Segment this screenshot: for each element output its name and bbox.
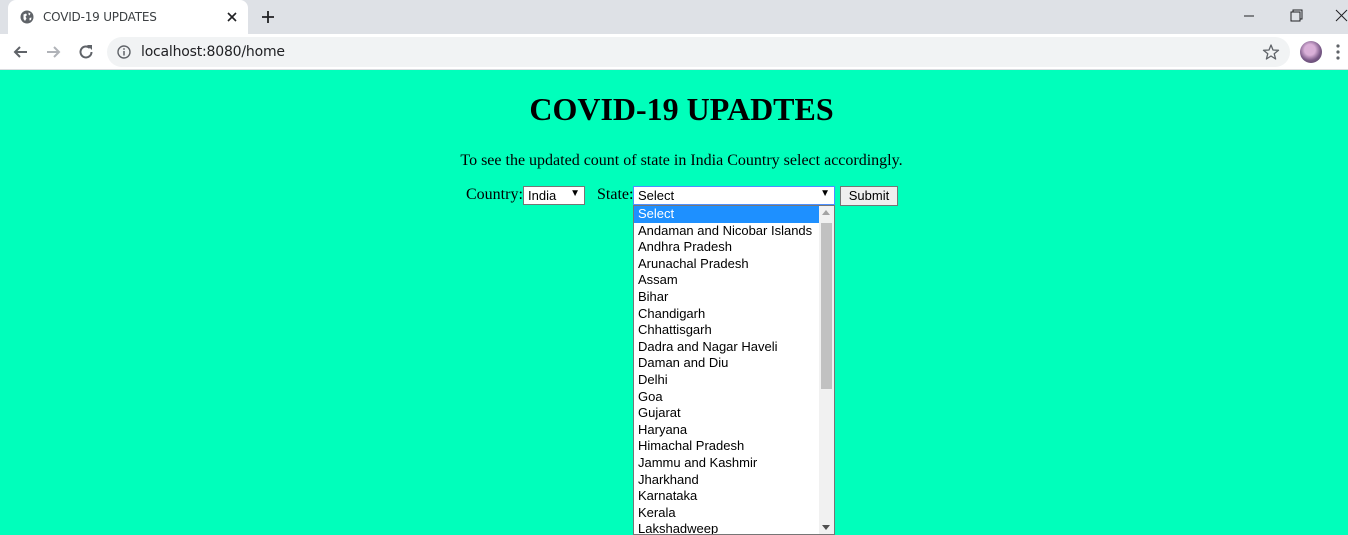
state-option[interactable]: Gujarat bbox=[634, 405, 819, 422]
state-option[interactable]: Delhi bbox=[634, 372, 819, 389]
state-option[interactable]: Select bbox=[634, 206, 819, 223]
tab-title: COVID-19 UPDATES bbox=[43, 10, 157, 24]
state-option[interactable]: Chandigarh bbox=[634, 306, 819, 323]
profile-avatar[interactable] bbox=[1300, 41, 1322, 63]
state-option[interactable]: Dadra and Nagar Haveli bbox=[634, 339, 819, 356]
state-option[interactable]: Daman and Diu bbox=[634, 355, 819, 372]
state-option[interactable]: Assam bbox=[634, 272, 819, 289]
state-dropdown-list[interactable]: Select Andaman and Nicobar Islands Andhra … bbox=[633, 205, 835, 535]
state-select-value: Select bbox=[638, 188, 675, 203]
state-option[interactable]: Goa bbox=[634, 389, 819, 406]
state-select[interactable]: Select ▼ bbox=[633, 186, 835, 205]
intro-text: To see the updated count of state in Ind… bbox=[460, 152, 903, 169]
restore-icon[interactable] bbox=[1285, 6, 1307, 26]
globe-icon bbox=[20, 10, 34, 24]
state-option[interactable]: Jharkhand bbox=[634, 472, 819, 489]
forward-arrow-icon[interactable] bbox=[43, 42, 63, 62]
page-content: COVID-19 UPADTES To see the updated coun… bbox=[0, 71, 1348, 535]
url-text: localhost:8080/home bbox=[141, 44, 285, 60]
country-select-value: India bbox=[528, 188, 557, 203]
dropdown-scrollbar[interactable] bbox=[819, 206, 834, 534]
country-select[interactable]: India ▼ bbox=[523, 186, 585, 205]
scroll-down-icon[interactable] bbox=[822, 525, 830, 530]
state-option[interactable]: Jammu and Kashmir bbox=[634, 455, 819, 472]
reload-icon[interactable] bbox=[76, 42, 96, 62]
state-option[interactable]: Chhattisgarh bbox=[634, 322, 819, 339]
state-option[interactable]: Haryana bbox=[634, 422, 819, 439]
dropdown-arrow-icon: ▼ bbox=[820, 188, 830, 199]
browser-toolbar: localhost:8080/home bbox=[0, 34, 1348, 70]
minimize-icon[interactable] bbox=[1238, 6, 1260, 26]
scroll-up-icon[interactable] bbox=[822, 210, 830, 215]
state-label: State: bbox=[597, 186, 634, 203]
new-tab-icon[interactable] bbox=[259, 8, 277, 26]
state-option[interactable]: Karnataka bbox=[634, 488, 819, 505]
scrollbar-thumb[interactable] bbox=[821, 223, 832, 389]
state-option[interactable]: Andaman and Nicobar Islands bbox=[634, 223, 819, 240]
more-menu-icon[interactable] bbox=[1335, 43, 1341, 61]
state-option[interactable]: Himachal Pradesh bbox=[634, 438, 819, 455]
country-label: Country: bbox=[466, 186, 523, 203]
state-option[interactable]: Andhra Pradesh bbox=[634, 239, 819, 256]
address-bar[interactable]: localhost:8080/home bbox=[107, 37, 1290, 67]
submit-button[interactable]: Submit bbox=[840, 186, 898, 206]
state-option[interactable]: Arunachal Pradesh bbox=[634, 256, 819, 273]
browser-tab-strip: COVID-19 UPDATES bbox=[0, 0, 1348, 34]
close-tab-icon[interactable] bbox=[224, 9, 240, 25]
state-options: Select Andaman and Nicobar Islands Andhra … bbox=[634, 206, 819, 534]
info-icon[interactable] bbox=[117, 45, 131, 59]
state-option[interactable]: Lakshadweep bbox=[634, 521, 819, 534]
bookmark-star-icon[interactable] bbox=[1262, 43, 1280, 61]
dropdown-arrow-icon: ▼ bbox=[570, 188, 580, 199]
state-option[interactable]: Kerala bbox=[634, 505, 819, 522]
page-title: COVID-19 UPADTES bbox=[529, 91, 834, 127]
browser-tab[interactable]: COVID-19 UPDATES bbox=[8, 0, 248, 34]
back-arrow-icon[interactable] bbox=[11, 42, 31, 62]
state-option[interactable]: Bihar bbox=[634, 289, 819, 306]
close-window-icon[interactable] bbox=[1331, 6, 1348, 26]
